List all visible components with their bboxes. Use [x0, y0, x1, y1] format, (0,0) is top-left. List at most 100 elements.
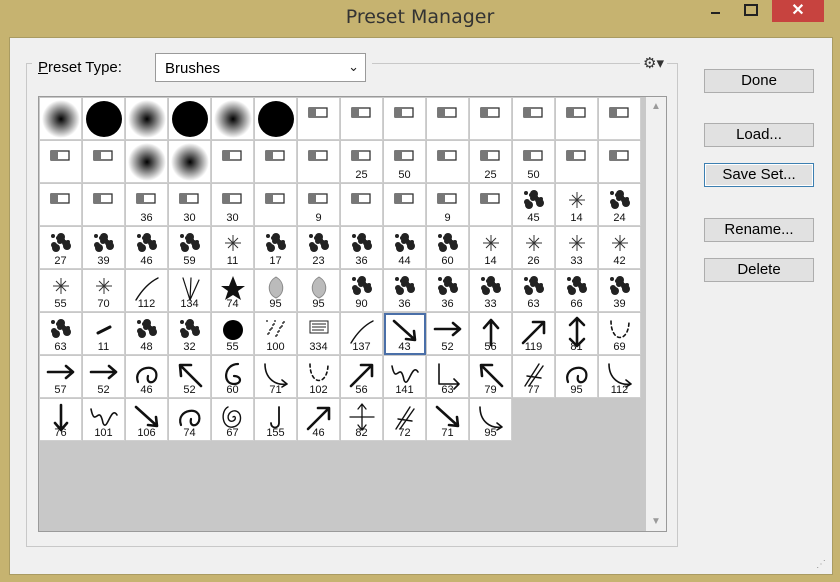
brush-preset-tile[interactable]: 95 — [255, 270, 297, 312]
brush-preset-tile[interactable] — [40, 98, 82, 140]
brush-preset-tile[interactable]: 100 — [255, 313, 297, 355]
brush-preset-tile[interactable]: 33 — [470, 270, 512, 312]
brush-preset-tile[interactable]: 46 — [126, 356, 168, 398]
vertical-scrollbar[interactable]: ▲ ▼ — [646, 97, 666, 531]
brush-preset-tile[interactable]: 30 — [169, 184, 211, 226]
brush-preset-tile[interactable]: 36 — [341, 227, 383, 269]
brush-preset-tile[interactable]: 24 — [599, 184, 641, 226]
brush-preset-tile[interactable]: 334 — [298, 313, 340, 355]
brush-preset-tile[interactable] — [169, 141, 211, 183]
brush-preset-tile[interactable] — [513, 98, 555, 140]
title-bar[interactable]: Preset Manager ✕ — [0, 0, 840, 34]
brush-preset-tile[interactable]: 63 — [40, 313, 82, 355]
brush-preset-tile[interactable]: 59 — [169, 227, 211, 269]
done-button[interactable]: Done — [704, 69, 814, 93]
brush-preset-tile[interactable]: 101 — [83, 399, 125, 441]
brush-preset-tile[interactable]: 17 — [255, 227, 297, 269]
brush-preset-tile[interactable] — [126, 98, 168, 140]
brush-preset-tile[interactable]: 39 — [599, 270, 641, 312]
brush-preset-tile[interactable] — [169, 98, 211, 140]
brush-preset-tile[interactable] — [255, 184, 297, 226]
brush-preset-tile[interactable] — [83, 98, 125, 140]
brush-preset-tile[interactable]: 71 — [255, 356, 297, 398]
brush-preset-tile[interactable]: 45 — [513, 184, 555, 226]
brush-preset-tile[interactable]: 74 — [212, 270, 254, 312]
brush-preset-tile[interactable] — [212, 141, 254, 183]
scroll-up-icon[interactable]: ▲ — [646, 101, 666, 112]
brush-preset-tile[interactable]: 134 — [169, 270, 211, 312]
brush-preset-tile[interactable]: 50 — [384, 141, 426, 183]
brush-preset-tile[interactable]: 56 — [470, 313, 512, 355]
brush-preset-tile[interactable]: 14 — [470, 227, 512, 269]
brush-preset-tile[interactable]: 55 — [40, 270, 82, 312]
brush-preset-tile[interactable]: 48 — [126, 313, 168, 355]
brush-preset-tile[interactable] — [427, 98, 469, 140]
brush-preset-tile[interactable] — [126, 141, 168, 183]
brush-preset-tile[interactable] — [341, 184, 383, 226]
brush-preset-tile[interactable]: 72 — [384, 399, 426, 441]
brush-preset-tile[interactable]: 52 — [83, 356, 125, 398]
brush-preset-tile[interactable]: 137 — [341, 313, 383, 355]
brush-preset-tile[interactable] — [556, 141, 598, 183]
brush-preset-tile[interactable]: 23 — [298, 227, 340, 269]
brush-preset-tile[interactable]: 27 — [40, 227, 82, 269]
brush-preset-tile[interactable] — [298, 98, 340, 140]
brush-preset-tile[interactable]: 119 — [513, 313, 555, 355]
brush-preset-tile[interactable] — [255, 98, 297, 140]
close-button[interactable]: ✕ — [772, 0, 824, 22]
brush-preset-tile[interactable]: 9 — [298, 184, 340, 226]
brush-preset-tile[interactable]: 60 — [212, 356, 254, 398]
brush-preset-tile[interactable] — [470, 98, 512, 140]
brush-preset-tile[interactable] — [40, 184, 82, 226]
scroll-down-icon[interactable]: ▼ — [646, 516, 666, 527]
brush-preset-tile[interactable]: 66 — [556, 270, 598, 312]
brush-preset-tile[interactable] — [599, 141, 641, 183]
brush-preset-tile[interactable]: 46 — [126, 227, 168, 269]
save-set-button[interactable]: Save Set... — [704, 163, 814, 187]
brush-preset-tile[interactable] — [83, 141, 125, 183]
brush-preset-tile[interactable] — [212, 98, 254, 140]
brush-preset-tile[interactable]: 82 — [341, 399, 383, 441]
delete-button[interactable]: Delete — [704, 258, 814, 282]
brush-preset-tile[interactable] — [83, 184, 125, 226]
brush-preset-tile[interactable]: 36 — [384, 270, 426, 312]
brush-preset-tile[interactable]: 44 — [384, 227, 426, 269]
brush-preset-tile[interactable] — [298, 141, 340, 183]
brush-preset-tile[interactable]: 77 — [513, 356, 555, 398]
brush-preset-tile[interactable]: 63 — [427, 356, 469, 398]
brush-preset-tile[interactable]: 42 — [599, 227, 641, 269]
brush-preset-tile[interactable]: 71 — [427, 399, 469, 441]
brush-preset-tile[interactable]: 155 — [255, 399, 297, 441]
preset-type-select[interactable]: Brushes ⌄ — [155, 53, 366, 82]
brush-preset-tile[interactable]: 46 — [298, 399, 340, 441]
brush-preset-tile[interactable]: 106 — [126, 399, 168, 441]
brush-preset-tile[interactable] — [556, 98, 598, 140]
gear-icon[interactable]: ⚙▾ — [640, 54, 667, 72]
brush-preset-tile[interactable]: 90 — [341, 270, 383, 312]
brush-preset-tile[interactable]: 79 — [470, 356, 512, 398]
brush-preset-tile[interactable]: 112 — [599, 356, 641, 398]
brush-preset-tile[interactable]: 52 — [169, 356, 211, 398]
brush-preset-tile[interactable] — [40, 141, 82, 183]
brush-preset-tile[interactable]: 69 — [599, 313, 641, 355]
maximize-button[interactable] — [734, 0, 768, 22]
brush-preset-tile[interactable] — [427, 141, 469, 183]
brush-preset-tile[interactable] — [341, 98, 383, 140]
resize-grip-icon[interactable]: ⋰ — [816, 559, 826, 570]
brush-preset-tile[interactable]: 102 — [298, 356, 340, 398]
brush-preset-tile[interactable]: 60 — [427, 227, 469, 269]
brush-preset-tile[interactable]: 76 — [40, 399, 82, 441]
brush-preset-tile[interactable]: 70 — [83, 270, 125, 312]
brush-preset-tile[interactable]: 63 — [513, 270, 555, 312]
minimize-button[interactable] — [700, 0, 730, 22]
brush-preset-tile[interactable]: 11 — [83, 313, 125, 355]
brush-preset-tile[interactable]: 95 — [470, 399, 512, 441]
brush-preset-tile[interactable] — [470, 184, 512, 226]
brush-preset-tile[interactable]: 56 — [341, 356, 383, 398]
brush-preset-tile[interactable]: 11 — [212, 227, 254, 269]
brush-preset-tile[interactable]: 67 — [212, 399, 254, 441]
brush-preset-tile[interactable]: 26 — [513, 227, 555, 269]
brush-preset-tile[interactable] — [384, 184, 426, 226]
brush-preset-tile[interactable]: 95 — [556, 356, 598, 398]
brush-preset-tile[interactable] — [599, 98, 641, 140]
